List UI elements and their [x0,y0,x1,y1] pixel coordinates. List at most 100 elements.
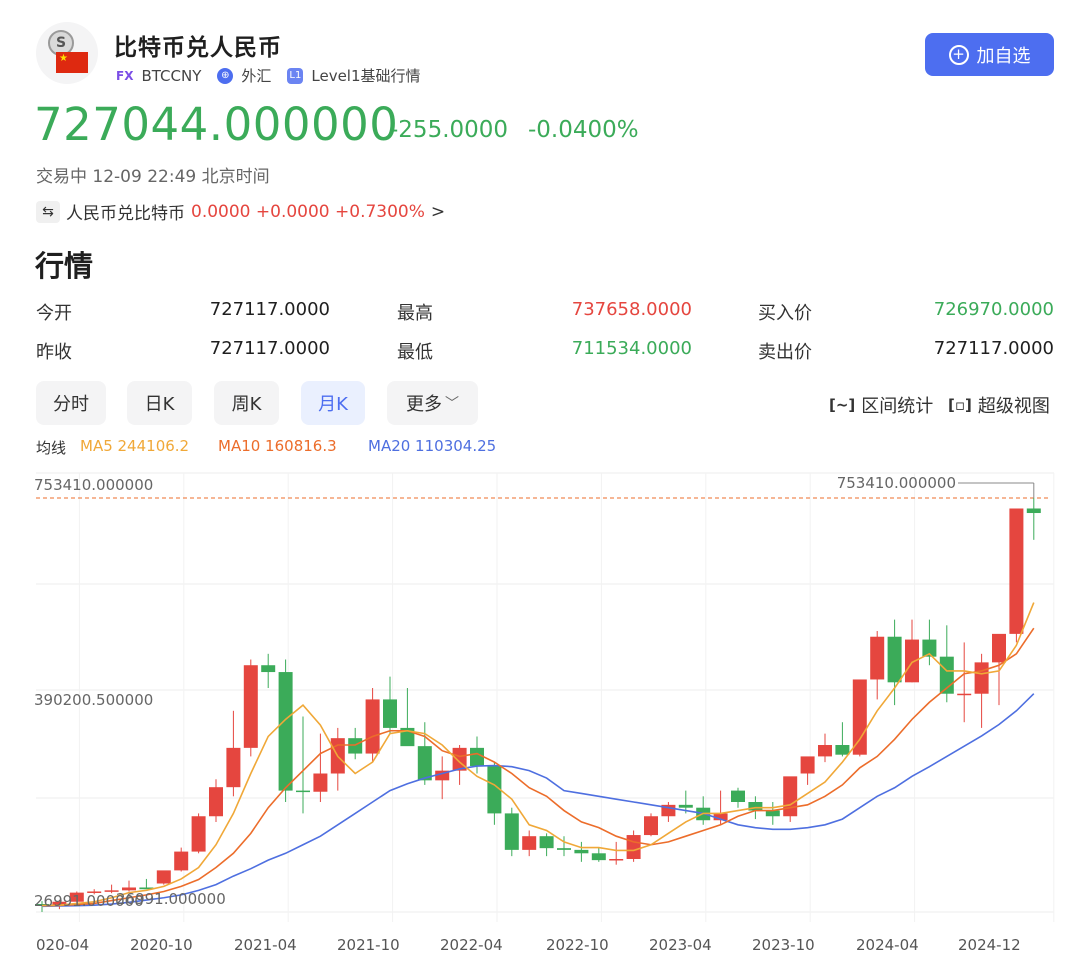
low-value: 711534.0000 [571,338,692,359]
section-title: 行情 [35,249,94,283]
candle-body [522,836,537,850]
candle-body [261,665,276,673]
range-stats-label: 区间统计 [861,396,934,417]
last-price: 727044.000000 [34,98,399,151]
ma20-line [41,693,1035,908]
candle-body [278,672,293,791]
open-label: 今开 [36,303,72,324]
market-label: 外汇 [241,67,272,85]
super-view-button[interactable]: [▫] 超级视图 [948,392,1050,418]
candle-body [174,851,189,871]
x-axis-label: 2021-04 [234,936,297,954]
candle-body [557,848,571,850]
candle-body [313,773,328,792]
candle-body [243,665,258,748]
candle-body [644,816,658,836]
reverse-pair-label: 人民币兑比特币 [66,204,185,224]
candle-body [191,816,206,852]
range-stats-button[interactable]: [~] 区间统计 [829,392,933,418]
reverse-pair-values: 0.0000 +0.0000 +0.7300% [191,201,425,222]
y-axis-label: 390200.500000 [34,691,153,709]
candle-body [870,636,885,680]
chart-grid [36,472,1055,922]
fx-tag: FX [116,68,134,83]
candle-body [504,813,519,850]
candle-body [539,836,554,849]
candle-body [818,745,832,757]
candle-body [609,858,624,861]
open-value: 727117.0000 [209,299,330,320]
candle-body [296,790,310,793]
prev-close-label: 昨收 [36,342,72,363]
tab-weekly-k[interactable]: 周K [214,381,279,425]
high-value: 737658.0000 [571,299,692,320]
asset-tags: FX BTCCNY ⊕ 外汇 L1 Level1基础行情 [116,65,421,86]
ma-legend-label: 均线 [36,439,67,457]
x-axis-label: 2023-04 [649,936,712,954]
range-stats-icon: [~] [829,396,856,414]
candle-body [383,699,397,728]
candle-body [835,745,850,755]
candle-body [226,747,241,788]
price-change-percent: -0.0400% [528,117,639,143]
candle-body [1026,508,1041,514]
max-marker-label: 753410.000000 [837,474,956,492]
tab-more[interactable]: 更多 ﹀ [387,381,478,425]
candle-body [156,870,171,884]
candle-body [591,853,606,861]
candle-body [765,810,780,817]
min-marker-label: 26991.000000 [116,890,226,908]
high-label: 最高 [397,303,433,324]
add-watchlist-button[interactable]: + 加自选 [925,33,1054,76]
ask-label: 卖出价 [758,342,812,363]
x-axis-label: 2024-12 [958,936,1021,954]
candle-body [992,633,1006,663]
china-flag-icon: ★ [56,52,88,73]
level-badge-icon: L1 [287,67,304,84]
candle-body [348,738,363,754]
globe-icon: ⊕ [217,67,234,84]
candle-body [452,747,467,771]
y-axis-label: 753410.000000 [34,476,153,494]
super-view-icon: [▫] [948,396,972,414]
candle-body [626,835,641,859]
candle-body [887,636,902,683]
x-axis-label: 2022-04 [440,936,503,954]
swap-icon: ⇆ [36,200,60,223]
page-title: 比特币兑人民币 [114,35,282,61]
ma20-legend: MA20 110304.25 [368,437,497,455]
candle-body [417,746,432,781]
super-view-label: 超级视图 [977,396,1050,417]
symbol-code: BTCCNY [141,66,202,85]
candle-body [957,693,972,696]
tab-daily-k[interactable]: 日K [127,381,192,425]
candle-body [470,747,484,767]
x-axis-label: 2024-04 [856,936,919,954]
candle-body [209,787,223,817]
candle-body [731,790,745,803]
reverse-pair-link[interactable]: ⇆ 人民币兑比特币 0.0000 +0.0000 +0.7300% > [36,199,445,224]
ma5-legend: MA5 244106.2 [80,437,190,455]
ma10-line [41,627,1035,907]
tab-intraday[interactable]: 分时 [36,381,106,425]
add-watchlist-label: 加自选 [976,45,1031,67]
candle-body [678,804,693,808]
ma5-line [41,602,1035,907]
candlestick-chart[interactable]: 753410.000000 390200.500000 26991.000000 75… [0,460,1080,979]
candle-body [974,662,989,694]
bid-label: 买入价 [758,303,812,324]
candle-body [365,699,380,754]
bid-value: 726970.0000 [933,299,1054,320]
x-axis-label: 2020-10 [130,936,193,954]
asset-logo: S ★ [36,22,98,84]
tab-monthly-k[interactable]: 月K [301,381,365,425]
level-label: Level1基础行情 [311,67,421,85]
chevron-right-icon: > [430,201,446,222]
chevron-down-icon: ﹀ [445,396,459,412]
ma-lines [41,602,1035,908]
candle-body [905,639,919,683]
low-label: 最低 [397,342,433,363]
x-axis-label: 2023-10 [752,936,815,954]
candle-body [800,756,815,774]
candle-body [1009,508,1024,634]
